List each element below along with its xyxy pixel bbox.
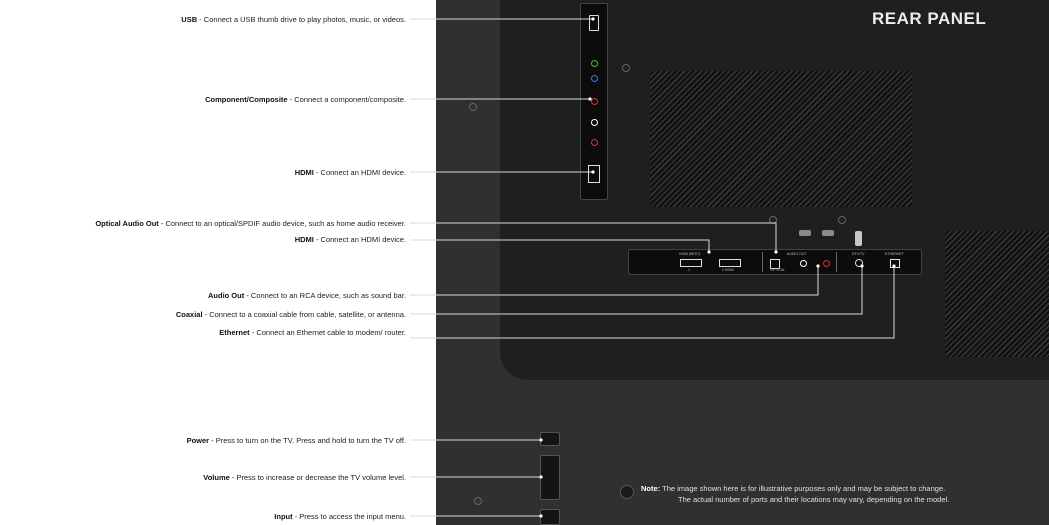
screw-icon [838, 216, 846, 224]
callout-input: Input - Press to access the input menu. [274, 512, 406, 521]
hdmi2-label: 2 HDMI [722, 268, 734, 272]
red-jack-icon[interactable] [591, 139, 598, 146]
usb-port-icon[interactable] [589, 15, 599, 31]
callout-optical: Optical Audio Out - Connect to an optica… [95, 219, 406, 228]
callout-audio-out: Audio Out - Connect to an RCA device, su… [207, 291, 406, 300]
connector-knob [822, 230, 834, 236]
callout-ethernet: Ethernet - Connect an Ethernet cable to … [219, 328, 406, 337]
connector-knob [855, 231, 862, 246]
callout-labels: USB - Connect a USB thumb drive to play … [0, 0, 436, 525]
hdmi1-port-icon[interactable] [680, 259, 702, 267]
vent-right [945, 231, 1049, 357]
blue-jack-icon[interactable] [591, 75, 598, 82]
callout-usb: USB - Connect a USB thumb drive to play … [181, 15, 406, 24]
callout-hdmi-side: HDMI - Connect an HDMI device. [294, 168, 406, 177]
ethernet-label: ETHERNET [885, 252, 904, 256]
screw-icon [469, 103, 477, 111]
hdmi1-label: 1 [688, 268, 690, 272]
rear-port-panel: HDMI (BEST) 1 2 HDMI AUDIO OUT OPTICAL D… [628, 249, 922, 275]
side-port-panel [580, 3, 608, 200]
ethernet-port-icon[interactable] [890, 259, 900, 268]
audio-out-label: AUDIO OUT [787, 252, 807, 256]
hdmi2-port-icon[interactable] [719, 259, 741, 267]
connector-knob [799, 230, 811, 236]
vent-upper [650, 71, 912, 207]
screw-icon [622, 64, 630, 72]
callout-component: Component/Composite - Connect a componen… [205, 95, 406, 104]
optical-label: OPTICAL [770, 268, 785, 272]
red-jack-icon[interactable] [591, 98, 598, 105]
power-button[interactable] [540, 432, 560, 446]
callout-hdmi-rear: HDMI - Connect an HDMI device. [294, 235, 406, 244]
volume-button[interactable] [540, 455, 560, 500]
rear-panel-title: REAR PANEL [872, 9, 987, 28]
screw-icon [474, 497, 482, 505]
white-jack-icon[interactable] [591, 119, 598, 126]
white-jack-icon[interactable] [800, 260, 807, 267]
green-jack-icon[interactable] [591, 60, 598, 67]
callout-coaxial: Coaxial - Connect to a coaxial cable fro… [175, 310, 406, 319]
note-text: Note: The image shown here is for illust… [641, 484, 950, 504]
input-button[interactable] [540, 509, 560, 525]
hdmi-group-label: HDMI (BEST) [679, 252, 701, 256]
red-jack-icon[interactable] [823, 260, 830, 267]
hdmi-side-port-icon[interactable] [588, 165, 600, 183]
dtv-tv-label: DTV/TV [852, 252, 865, 256]
note-icon [620, 485, 634, 499]
callout-volume: Volume - Press to increase or decrease t… [203, 473, 406, 482]
callout-power: Power - Press to turn on the TV. Press a… [186, 436, 406, 445]
screw-icon [769, 216, 777, 224]
coax-port-icon[interactable] [855, 259, 863, 267]
